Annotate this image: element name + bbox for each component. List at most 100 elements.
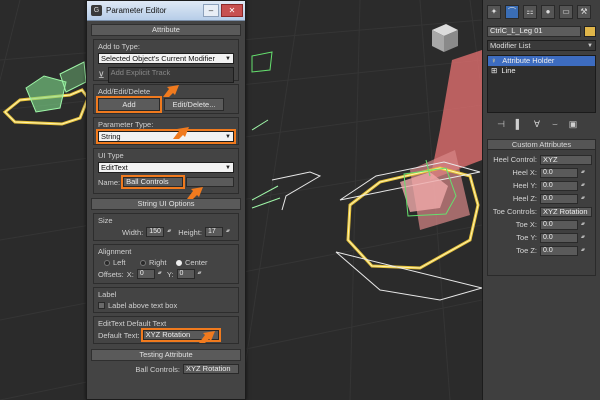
pin-stack-icon[interactable]: ⊣ [495,118,507,130]
annotation-arrow-icon [199,331,215,343]
default-text-group: EditText Default Text Default Text: XYZ … [93,316,239,344]
create-icon[interactable]: ✦ [487,5,501,19]
toe-z-spinner[interactable]: 0.0 [540,245,584,256]
ui-type-dropdown[interactable]: EditText ▼ [98,162,234,173]
custom-attributes-body: Heel Control:XYZ Heel X:0.0 Heel Y:0.0 H… [487,150,596,276]
align-right-label: Right [149,258,167,267]
annotation-arrow-icon [187,187,203,199]
width-spinner[interactable]: 150 [146,227,170,237]
close-icon[interactable]: ✕ [221,4,243,17]
heel-control-label: Heel Control: [493,155,537,164]
modifier-list-dropdown[interactable]: Modifier List ▼ [487,40,596,51]
size-group: Size Width: 150 Height: 17 [93,213,239,241]
ui-type-value: EditText [101,163,128,172]
panel-tabs: ✦ ⌒ ⚏ ● ▭ ⚒ [483,0,600,24]
attribute-rollout-header[interactable]: Attribute [91,24,241,36]
toe-y-label: Toe Y: [516,233,537,242]
show-end-result-icon[interactable]: ▌ [513,118,525,130]
parameter-type-value: String [101,132,121,141]
edit-delete-button[interactable]: Edit/Delete... [164,98,224,111]
toe-controls-field[interactable]: XYZ Rotation [540,206,592,217]
chevron-down-icon: ▼ [225,134,231,140]
explicit-track-placeholder: Add Explicit Track [110,68,171,77]
modifier-list-label: Modifier List [490,41,531,50]
display-icon[interactable]: ▭ [559,5,573,19]
filter-icon[interactable]: ⊻ [98,70,105,81]
configure-modifier-sets-icon[interactable]: ▣ [567,118,579,130]
width-label: Width: [121,227,144,237]
heel-x-spinner[interactable]: 0.0 [540,167,584,178]
name-label: Name: [98,177,121,187]
stack-item-line[interactable]: ⊞ Line [488,66,595,76]
toe-x-label: Toe X: [515,220,537,229]
align-right-radio[interactable] [140,259,146,266]
ui-type-label: UI Type [98,151,124,160]
dialog-title: Parameter Editor [106,6,167,15]
hierarchy-icon[interactable]: ⚏ [523,5,537,19]
testing-attribute-header[interactable]: Testing Attribute [91,349,241,361]
bulb-icon[interactable]: ♀ [491,56,497,65]
modifier-stack: ♀ Attribute Holder ⊞ Line [487,55,596,113]
chevron-down-icon: ▼ [587,43,593,49]
custom-attributes-header[interactable]: Custom Attributes [487,139,596,150]
make-unique-icon[interactable]: ∀ [531,118,543,130]
remove-modifier-icon[interactable]: ⌣ [549,118,561,130]
max-logo-icon: G [91,5,102,16]
toe-z-label: Toe Z: [516,246,537,255]
chevron-down-icon: ▼ [225,165,231,171]
add-to-type-group: Add to Type: Selected Object's Current M… [93,39,239,83]
parameter-type-dropdown[interactable]: String ▼ [96,129,236,144]
label-above-text: Label above text box [108,301,178,310]
testing-field[interactable]: XYZ Rotation [183,364,239,374]
add-to-type-dropdown[interactable]: Selected Object's Current Modifier ▼ [98,53,234,64]
default-text-group-label: EditText Default Text [98,319,167,328]
expand-icon[interactable]: ⊞ [491,66,497,75]
viewcube-icon [432,24,458,52]
motion-icon[interactable]: ● [541,5,555,19]
align-left-label: Left [113,258,126,267]
offset-y-label: Y: [166,269,174,279]
minimize-icon[interactable]: – [203,4,219,17]
toe-y-spinner[interactable]: 0.0 [540,232,584,243]
parameter-type-group: Parameter Type: String ▼ [93,117,239,145]
modify-icon[interactable]: ⌒ [505,5,519,19]
dialog-title-bar[interactable]: G Parameter Editor – ✕ [87,1,245,21]
stack-item-label: Line [501,66,516,75]
utilities-icon[interactable]: ⚒ [577,5,591,19]
object-name-row: CtrlC_L_Leg 01 [487,26,596,37]
heel-z-spinner[interactable]: 0.0 [540,193,584,204]
heel-y-spinner[interactable]: 0.0 [540,180,584,191]
annotation-arrow-icon [163,85,179,97]
annotation-arrow-icon [173,127,189,139]
stack-item-attribute-holder[interactable]: ♀ Attribute Holder [488,56,595,66]
offset-y-spinner[interactable]: 0 [176,269,201,279]
object-color-swatch[interactable] [584,26,596,37]
default-text-label: Default Text: [98,330,140,340]
toe-controls-label: Toe Controls: [492,207,537,216]
size-label: Size [98,216,113,225]
ui-type-group: UI Type EditText ▼ Name: Ball Controls [93,148,239,194]
string-ui-options-header[interactable]: String UI Options [91,198,241,210]
chevron-down-icon: ▼ [225,56,231,62]
add-button[interactable]: Add [96,96,162,113]
testing-label: Ball Controls: [135,364,180,374]
stack-toolbar: ⊣ ▌ ∀ ⌣ ▣ [487,117,596,131]
offset-x-spinner[interactable]: 0 [136,269,161,279]
label-above-checkbox[interactable] [98,302,105,309]
add-to-type-label: Add to Type: [98,42,140,51]
height-spinner[interactable]: 17 [205,227,229,237]
alignment-group: Alignment Left Right Center Offsets: X: … [93,244,239,284]
align-center-label: Center [185,258,208,267]
heel-y-label: Heel Y: [512,181,537,190]
explicit-track-field[interactable]: Add Explicit Track [107,67,234,83]
alignment-label: Alignment [98,247,132,256]
name-field[interactable]: Ball Controls [121,175,186,189]
heel-control-field[interactable]: XYZ [540,154,592,165]
parameter-editor-dialog: G Parameter Editor – ✕ Attribute Add to … [86,0,246,400]
parameter-type-label: Parameter Type: [98,120,154,129]
toe-x-spinner[interactable]: 0.0 [540,219,584,230]
align-left-radio[interactable] [104,259,110,266]
command-panel: ✦ ⌒ ⚏ ● ▭ ⚒ CtrlC_L_Leg 01 Modifier List… [482,0,600,400]
object-name-field[interactable]: CtrlC_L_Leg 01 [487,26,581,37]
align-center-radio[interactable] [176,259,182,266]
